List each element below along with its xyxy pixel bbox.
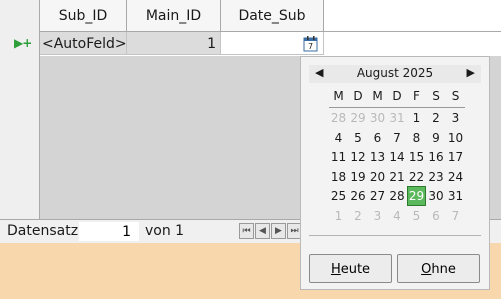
calendar-day[interactable]: 26 — [350, 187, 367, 205]
weekday-label: M — [333, 89, 344, 103]
cell-main-id[interactable]: 1 — [127, 32, 221, 55]
calendar-icon: 7 — [303, 36, 318, 52]
calendar-day-today[interactable]: 29 — [407, 186, 426, 206]
today-button[interactable]: Heute — [309, 254, 392, 283]
calendar-day-other-month[interactable]: 1 — [330, 207, 347, 225]
record-label: Datensatz — [7, 223, 79, 239]
header-date-sub[interactable]: Date_Sub — [221, 0, 324, 31]
calendar-day[interactable]: 17 — [447, 148, 464, 166]
calendar-popup: ◀ August 2025 ▶ MDMDFSS 28 29 30 31 1 2 3 4 5 6 7 8… — [300, 56, 490, 290]
weekday-label: D — [392, 89, 402, 103]
header-filler — [324, 0, 501, 31]
calendar-day-other-month[interactable]: 5 — [408, 207, 425, 225]
calendar-day-other-month[interactable]: 2 — [350, 207, 367, 225]
calendar-day[interactable]: 16 — [428, 148, 445, 166]
calendar-day[interactable]: 20 — [369, 168, 386, 186]
weekday-label: F — [413, 89, 420, 103]
calendar-day[interactable]: 27 — [369, 187, 386, 205]
next-month-button[interactable]: ▶ — [467, 66, 475, 79]
calendar-day[interactable]: 18 — [330, 168, 347, 186]
calendar-day[interactable]: 31 — [447, 187, 464, 205]
calendar-day[interactable]: 8 — [408, 129, 425, 147]
calendar-day[interactable]: 30 — [428, 187, 445, 205]
calendar-dropdown-button[interactable]: 7 — [302, 35, 320, 53]
calendar-day[interactable]: 25 — [330, 187, 347, 205]
calendar-separator — [309, 235, 481, 236]
calendar-day[interactable]: 24 — [447, 168, 464, 186]
calendar-day-other-month[interactable]: 29 — [350, 109, 367, 127]
calendar-day-other-month[interactable]: 7 — [447, 207, 464, 225]
calendar-day-other-month[interactable]: 30 — [369, 109, 386, 127]
weekday-label: D — [353, 89, 363, 103]
weekday-label: S — [451, 89, 460, 103]
calendar-day[interactable]: 11 — [330, 148, 347, 166]
calendar-day[interactable]: 21 — [389, 168, 406, 186]
calendar-week: 28 29 30 31 1 2 3 — [329, 109, 465, 128]
cell-sub-id[interactable]: <AutoFeld> — [40, 32, 127, 55]
svg-text:7: 7 — [308, 42, 313, 51]
calendar-day[interactable]: 13 — [369, 148, 386, 166]
next-record-button[interactable]: ▶ — [271, 223, 286, 239]
table-row[interactable]: <AutoFeld> 1 — [0, 32, 501, 55]
calendar-day[interactable]: 7 — [389, 129, 406, 147]
first-record-button[interactable]: ⏮ — [239, 223, 254, 239]
calendar-day[interactable]: 23 — [428, 168, 445, 186]
calendar-day[interactable]: 28 — [389, 187, 406, 205]
calendar-day-other-month[interactable]: 31 — [389, 109, 406, 127]
record-count-label: von 1 — [145, 223, 185, 239]
calendar-week: 18 19 20 21 22 23 24 — [329, 168, 465, 187]
calendar-day[interactable]: 9 — [428, 129, 445, 147]
calendar-day-other-month[interactable]: 3 — [369, 207, 386, 225]
calendar-day-other-month[interactable]: 4 — [389, 207, 406, 225]
weekday-label: M — [372, 89, 383, 103]
calendar-day[interactable]: 12 — [350, 148, 367, 166]
calendar-week: 25 26 27 28 29 30 31 — [329, 186, 465, 206]
weekday-label: S — [432, 89, 440, 103]
calendar-day[interactable]: 2 — [428, 109, 445, 127]
month-title: August 2025 — [356, 66, 434, 80]
calendar-day[interactable]: 15 — [408, 148, 425, 166]
calendar-day[interactable]: 10 — [447, 129, 464, 147]
column-header-row: Sub_ID Main_ID Date_Sub — [0, 0, 501, 32]
calendar-day-other-month[interactable]: 28 — [330, 109, 347, 127]
header-main-id[interactable]: Main_ID — [127, 0, 221, 31]
calendar-week: 1234567 — [329, 207, 465, 226]
calendar-day[interactable]: 19 — [350, 168, 367, 186]
calendar-day-other-month[interactable]: 6 — [428, 207, 445, 225]
calendar-day[interactable]: 6 — [369, 129, 386, 147]
header-sub-id[interactable]: Sub_ID — [40, 0, 127, 31]
calendar-day[interactable]: 22 — [408, 168, 425, 186]
calendar-day[interactable]: 14 — [389, 148, 406, 166]
calendar-header: ◀ August 2025 ▶ — [309, 65, 481, 83]
calendar-week: 11 12 13 14 15 16 17 — [329, 148, 465, 167]
weekday-row: MDMDFSS — [329, 88, 465, 108]
calendar-week: 4 5 6 7 8 9 10 — [329, 129, 465, 148]
calendar-day[interactable]: 3 — [447, 109, 464, 127]
calendar-day[interactable]: 1 — [408, 109, 425, 127]
previous-record-button[interactable]: ◀ — [255, 223, 270, 239]
calendar-day[interactable]: 5 — [350, 129, 367, 147]
calendar-day[interactable]: 4 — [330, 129, 347, 147]
none-button[interactable]: Ohne — [397, 254, 480, 283]
record-number-input[interactable] — [79, 222, 139, 241]
